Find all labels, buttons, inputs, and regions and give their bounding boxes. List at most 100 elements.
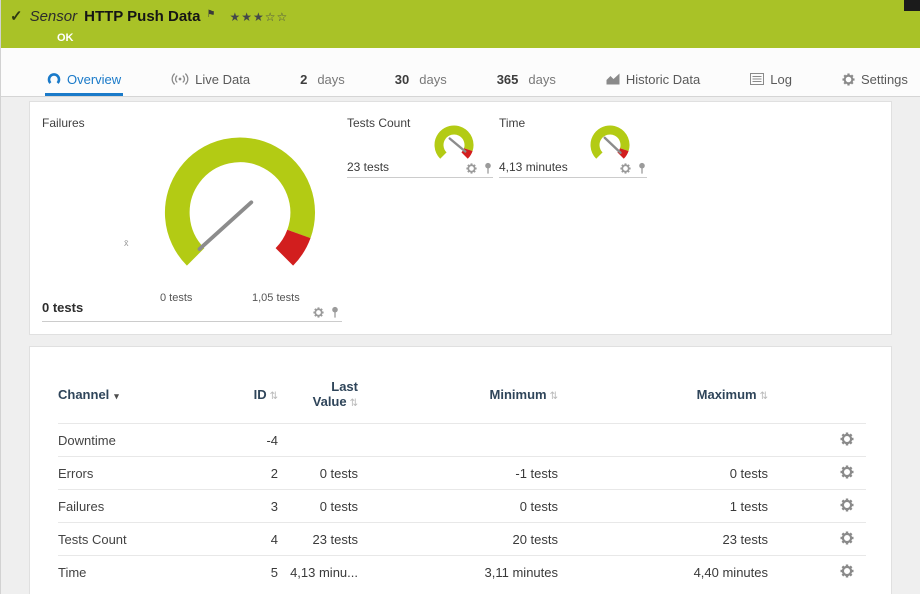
gauge-scale-min: 0 tests [160, 292, 192, 304]
channel-last-value: 4,13 minu... [278, 556, 358, 589]
stars-empty[interactable]: ☆☆ [265, 10, 289, 24]
tab-day-count: 365 [497, 72, 519, 87]
gauge-title: Failures [42, 116, 85, 130]
channel-settings-gear-icon[interactable] [840, 465, 854, 479]
channel-maximum: 23 tests [558, 523, 768, 556]
tab-label: Historic Data [626, 72, 700, 87]
gauge-title: Tests Count [347, 116, 410, 130]
tab-settings[interactable]: Settings [840, 62, 910, 96]
gauge-pin-icon[interactable] [637, 162, 647, 175]
gauge-current-value: 23 tests [347, 160, 389, 174]
tab-historic-data[interactable]: Historic Data [604, 62, 702, 96]
live-data-broadcast-icon [171, 73, 189, 85]
sort-icon: ⇅ [760, 391, 768, 402]
channel-last-value: 0 tests [278, 457, 358, 490]
col-channel[interactable]: Channel ▾ [58, 373, 228, 424]
channel-maximum: 4,40 minutes [558, 556, 768, 589]
tab-bar: Overview Live Data 2days 30da [1, 48, 920, 97]
channel-minimum [358, 424, 558, 457]
failures-gauge-dial [145, 122, 335, 303]
tab-live-data[interactable]: Live Data [169, 62, 252, 96]
col-label: Minimum [490, 387, 547, 402]
gauge-pin-icon[interactable] [330, 306, 340, 319]
channel-id: 3 [228, 490, 278, 523]
channel-settings-gear-icon[interactable] [840, 498, 854, 512]
gauge-needle [450, 139, 466, 152]
gauge-settings-gear-icon[interactable] [466, 163, 477, 174]
channel-minimum: -1 tests [358, 457, 558, 490]
stars-filled[interactable]: ★★★ [230, 10, 265, 24]
col-actions [768, 373, 866, 424]
channel-id: 4 [228, 523, 278, 556]
sort-desc-icon: ▾ [114, 391, 119, 401]
status-check-icon: ✓ [10, 7, 23, 25]
priority-stars[interactable]: ★★★☆☆ [230, 10, 289, 24]
col-label: ID [254, 387, 267, 402]
tab-2-days[interactable]: 2days [298, 62, 347, 96]
channel-minimum: 0 tests [358, 490, 558, 523]
status-badge: OK [57, 32, 74, 44]
gauge-settings-gear-icon[interactable] [313, 307, 324, 318]
channel-settings-gear-icon[interactable] [840, 531, 854, 545]
tab-label: Log [770, 72, 792, 87]
channel-name[interactable]: Tests Count [58, 523, 228, 556]
tab-overview[interactable]: Overview [45, 62, 123, 96]
content-area: Failures x̄ 0 tests 1,05 tests 0 tests T… [1, 97, 920, 594]
priority-flag-icon[interactable]: ⚑ [207, 9, 216, 20]
channel-name[interactable]: Failures [58, 490, 228, 523]
table-row: Failures 3 0 tests 0 tests 1 tests [58, 490, 866, 523]
channel-id: -4 [228, 424, 278, 457]
object-kind-label: Sensor [30, 8, 78, 25]
channel-table-panel: Channel▾ ID⇅ LastValue⇅ Minimum⇅ Maximum… [29, 346, 892, 594]
gauge-widget-failures: Failures x̄ 0 tests 1,05 tests 0 tests [42, 110, 342, 322]
col-id[interactable]: ID⇅ [228, 373, 278, 424]
gauge-title: Time [499, 116, 525, 130]
gauge-average-marker: x̄ [124, 238, 129, 248]
col-label: Value [313, 394, 347, 409]
tab-day-unit: days [317, 72, 344, 87]
gauge-current-value: 4,13 minutes [499, 160, 568, 174]
corner-block [904, 0, 920, 11]
col-maximum[interactable]: Maximum⇅ [558, 373, 768, 424]
col-minimum[interactable]: Minimum⇅ [358, 373, 558, 424]
gauge-needle [200, 202, 252, 249]
settings-gear-icon [842, 73, 855, 86]
gauges-panel: Failures x̄ 0 tests 1,05 tests 0 tests T… [29, 101, 892, 335]
channel-name[interactable]: Downtime [58, 424, 228, 457]
log-list-icon [750, 73, 764, 85]
channel-minimum: 3,11 minutes [358, 556, 558, 589]
gauge-current-value: 0 tests [42, 300, 83, 315]
channel-settings-gear-icon[interactable] [840, 432, 854, 446]
channel-last-value: 23 tests [278, 523, 358, 556]
sensor-header: ✓ Sensor HTTP Push Data ⚑ ★★★☆☆ OK [1, 0, 920, 48]
channel-maximum: 0 tests [558, 457, 768, 490]
channel-name[interactable]: Errors [58, 457, 228, 490]
channel-name[interactable]: Time [58, 556, 228, 589]
channel-maximum [558, 424, 768, 457]
col-last-value[interactable]: LastValue⇅ [278, 373, 358, 424]
gauge-settings-gear-icon[interactable] [620, 163, 631, 174]
tab-30-days[interactable]: 30days [393, 62, 449, 96]
tab-365-days[interactable]: 365days [495, 62, 558, 96]
tab-label: Overview [67, 72, 121, 87]
table-row: Tests Count 4 23 tests 20 tests 23 tests [58, 523, 866, 556]
gauge-pin-icon[interactable] [483, 162, 493, 175]
channel-settings-gear-icon[interactable] [840, 564, 854, 578]
historic-chart-icon [606, 73, 620, 85]
col-label: Channel [58, 387, 109, 402]
gauge-widget-tests-count: Tests Count 23 tests [347, 114, 493, 178]
channel-maximum: 1 tests [558, 490, 768, 523]
sort-icon: ⇅ [550, 391, 558, 402]
tab-label: Settings [861, 72, 908, 87]
col-label: Last [331, 379, 358, 394]
tab-day-unit: days [419, 72, 446, 87]
table-header-row: Channel▾ ID⇅ LastValue⇅ Minimum⇅ Maximum… [58, 373, 866, 424]
tab-log[interactable]: Log [748, 62, 794, 96]
prtg-sensor-page: ✓ Sensor HTTP Push Data ⚑ ★★★☆☆ OK Overv… [0, 0, 920, 594]
channel-id: 5 [228, 556, 278, 589]
gauge-scale-max: 1,05 tests [252, 292, 300, 304]
channel-minimum: 20 tests [358, 523, 558, 556]
table-row: Downtime -4 [58, 424, 866, 457]
tab-label: Live Data [195, 72, 250, 87]
sort-icon: ⇅ [350, 398, 358, 409]
